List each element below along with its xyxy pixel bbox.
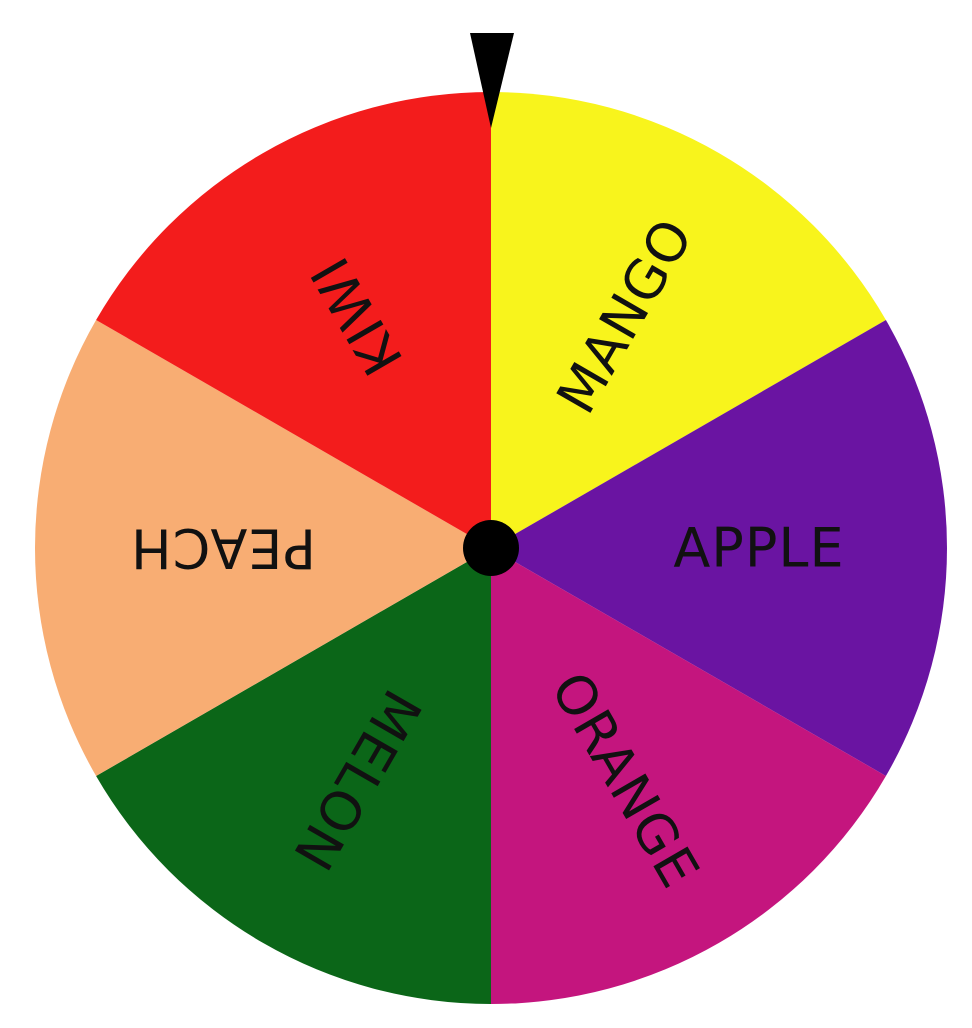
segment-label-apple: APPLE [673, 517, 844, 580]
wheel-hub[interactable] [463, 520, 519, 576]
spin-wheel[interactable]: MANGO APPLE ORANGE MELON PEACH KIWI [0, 0, 972, 1028]
segment-label-peach: PEACH [130, 517, 316, 580]
